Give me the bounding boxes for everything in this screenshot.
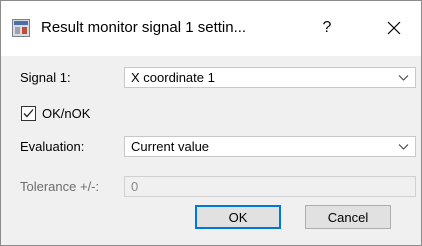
signal-dropdown-value: X coordinate 1: [131, 70, 215, 85]
help-button[interactable]: ?: [312, 13, 342, 43]
settings-app-icon: [12, 19, 30, 37]
dialog-content: Signal 1: X coordinate 1 OK/nOK Evaluati…: [1, 56, 421, 245]
cancel-button[interactable]: Cancel: [305, 205, 391, 229]
settings-dialog: Result monitor signal 1 settin... ? Sign…: [0, 0, 422, 246]
ok-nok-checkbox[interactable]: [21, 106, 36, 121]
signal-label: Signal 1:: [20, 70, 71, 85]
close-icon: [387, 21, 401, 35]
title-bar: Result monitor signal 1 settin... ?: [1, 1, 421, 56]
tolerance-label: Tolerance +/-:: [20, 179, 100, 194]
chevron-down-icon: [398, 144, 409, 150]
checkmark-icon: [23, 109, 34, 118]
signal-dropdown[interactable]: X coordinate 1: [124, 67, 416, 88]
chevron-down-icon: [398, 75, 409, 81]
tolerance-value: 0: [131, 179, 139, 194]
evaluation-label: Evaluation:: [20, 139, 85, 154]
evaluation-dropdown-value: Current value: [131, 139, 210, 154]
close-button[interactable]: [376, 13, 412, 43]
tolerance-field: 0: [124, 176, 416, 197]
window-title: Result monitor signal 1 settin...: [41, 19, 247, 36]
ok-nok-label[interactable]: OK/nOK: [42, 106, 90, 122]
evaluation-dropdown[interactable]: Current value: [124, 136, 416, 157]
ok-button[interactable]: OK: [195, 205, 281, 229]
